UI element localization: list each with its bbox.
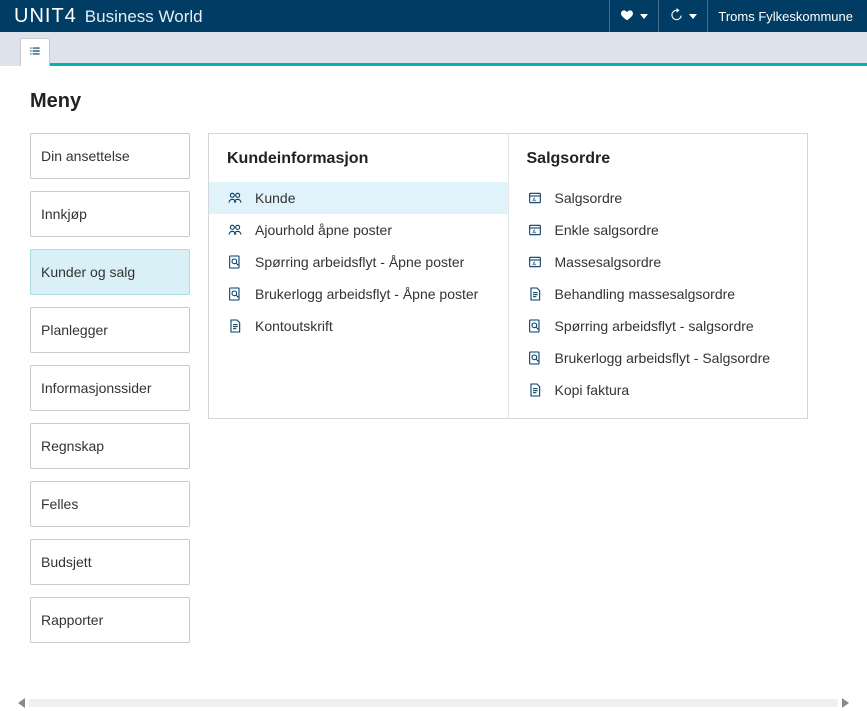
brand-logo: UNIT4 xyxy=(14,5,77,28)
panel-item[interactable]: A Massesalgsordre xyxy=(509,246,808,278)
main: Meny Din ansettelse Innkjøp Kunder og salg… xyxy=(0,66,867,711)
doc-icon xyxy=(527,286,543,302)
chevron-down-icon xyxy=(640,14,648,19)
org-name: Troms Fylkeskommune xyxy=(718,9,853,24)
panel-item-label: Brukerlogg arbeidsflyt - Åpne poster xyxy=(255,286,478,302)
svg-text:A: A xyxy=(532,261,536,267)
sidebar-item[interactable]: Informasjonssider xyxy=(30,365,190,411)
sidebar-item[interactable]: Budsjett xyxy=(30,539,190,585)
panel-column: Kundeinformasjon Kunde Ajourhold åpne post… xyxy=(209,134,509,418)
sidebar-item-label: Felles xyxy=(41,496,78,512)
heart-icon xyxy=(620,8,634,25)
sidebar-item-label: Budsjett xyxy=(41,554,92,570)
sidebar-item[interactable]: Din ansettelse xyxy=(30,133,190,179)
doc-icon xyxy=(527,382,543,398)
page-title: Meny xyxy=(30,90,867,113)
panel-item[interactable]: Brukerlogg arbeidsflyt - Salgsordre xyxy=(509,342,808,374)
sidebar-item-label: Innkjøp xyxy=(41,206,87,222)
brand-product: Business World xyxy=(85,7,203,27)
panel-column: Salgsordre A Salgsordre A Enkle salgsordre A M… xyxy=(509,134,808,418)
search-doc-icon xyxy=(527,350,543,366)
horizontal-scrollbar[interactable] xyxy=(18,697,849,709)
topbar: UNIT4 Business World Troms Fylkeskommune xyxy=(0,0,867,32)
scroll-left-icon[interactable] xyxy=(18,698,25,708)
panel-items: Kunde Ajourhold åpne poster Spørring arbei… xyxy=(209,182,508,354)
svg-text:A: A xyxy=(532,229,536,235)
tab-menu[interactable] xyxy=(20,38,50,66)
panel-item[interactable]: Kontoutskrift xyxy=(209,310,508,342)
sidebar-item-label: Regnskap xyxy=(41,438,104,454)
menu-list: Din ansettelse Innkjøp Kunder og salg Planl… xyxy=(30,133,190,643)
panel-item-label: Brukerlogg arbeidsflyt - Salgsordre xyxy=(555,350,771,366)
panel-item[interactable]: A Salgsordre xyxy=(509,182,808,214)
panel-item[interactable]: Spørring arbeidsflyt - Åpne poster xyxy=(209,246,508,278)
history-icon xyxy=(669,8,683,25)
svg-text:A: A xyxy=(532,197,536,203)
panel-item[interactable]: Kopi faktura xyxy=(509,374,808,406)
history-button[interactable] xyxy=(658,0,707,32)
chevron-down-icon xyxy=(689,14,697,19)
panel-item[interactable]: Behandling massesalgsordre xyxy=(509,278,808,310)
sidebar-item[interactable]: Regnskap xyxy=(30,423,190,469)
window-icon: A xyxy=(527,222,543,238)
panel-item-label: Kunde xyxy=(255,190,295,206)
layout: Din ansettelse Innkjøp Kunder og salg Planl… xyxy=(30,133,867,643)
panel-item[interactable]: Kunde xyxy=(209,182,508,214)
panel-item-label: Behandling massesalgsordre xyxy=(555,286,736,302)
sidebar-item-label: Din ansettelse xyxy=(41,148,130,164)
org-selector[interactable]: Troms Fylkeskommune xyxy=(707,0,863,32)
panel-item[interactable]: A Enkle salgsordre xyxy=(509,214,808,246)
sidebar-item[interactable]: Planlegger xyxy=(30,307,190,353)
brand: UNIT4 Business World xyxy=(14,5,203,28)
panel-item-label: Kontoutskrift xyxy=(255,318,333,334)
scroll-track[interactable] xyxy=(29,699,838,707)
panel-item[interactable]: Ajourhold åpne poster xyxy=(209,214,508,246)
panel-item[interactable]: Brukerlogg arbeidsflyt - Åpne poster xyxy=(209,278,508,310)
panel-items: A Salgsordre A Enkle salgsordre A Massesalgso… xyxy=(509,182,808,418)
sidebar-item[interactable]: Innkjøp xyxy=(30,191,190,237)
panel-column-title: Kundeinformasjon xyxy=(209,134,508,182)
sidebar-item-label: Rapporter xyxy=(41,612,103,628)
doc-icon xyxy=(227,318,243,334)
panel-item-label: Kopi faktura xyxy=(555,382,630,398)
sidebar-item-label: Kunder og salg xyxy=(41,264,135,280)
sidebar-item[interactable]: Kunder og salg xyxy=(30,249,190,295)
window-icon: A xyxy=(527,254,543,270)
sidebar-item[interactable]: Felles xyxy=(30,481,190,527)
panel-item-label: Massesalgsordre xyxy=(555,254,662,270)
people-icon xyxy=(227,222,243,238)
content-panel: Kundeinformasjon Kunde Ajourhold åpne post… xyxy=(208,133,808,419)
panel-item-label: Salgsordre xyxy=(555,190,623,206)
search-doc-icon xyxy=(227,254,243,270)
panel-item-label: Spørring arbeidsflyt - Åpne poster xyxy=(255,254,464,270)
scroll-right-icon[interactable] xyxy=(842,698,849,708)
window-icon: A xyxy=(527,190,543,206)
sidebar-item-label: Planlegger xyxy=(41,322,108,338)
search-doc-icon xyxy=(227,286,243,302)
panel-item-label: Enkle salgsordre xyxy=(555,222,659,238)
search-doc-icon xyxy=(527,318,543,334)
sidebar-item[interactable]: Rapporter xyxy=(30,597,190,643)
sidebar-item-label: Informasjonssider xyxy=(41,380,152,396)
people-icon xyxy=(227,190,243,206)
panel-item[interactable]: Spørring arbeidsflyt - salgsordre xyxy=(509,310,808,342)
panel-item-label: Spørring arbeidsflyt - salgsordre xyxy=(555,318,754,334)
panel-item-label: Ajourhold åpne poster xyxy=(255,222,392,238)
panel-column-title: Salgsordre xyxy=(509,134,808,182)
list-icon xyxy=(28,44,42,61)
favorites-button[interactable] xyxy=(609,0,658,32)
tabstrip xyxy=(0,32,867,66)
